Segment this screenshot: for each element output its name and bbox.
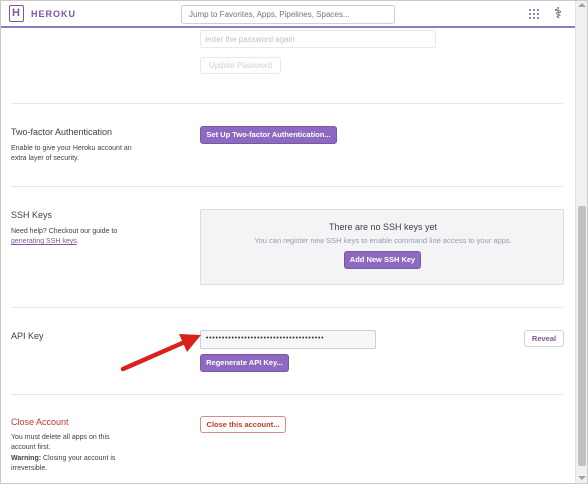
section-divider: [11, 186, 563, 187]
top-nav-bar: H HEROKU ⚕: [1, 1, 575, 28]
section-divider: [11, 394, 563, 395]
user-avatar[interactable]: ⚕: [549, 4, 567, 24]
scroll-up-arrow-icon[interactable]: [578, 3, 586, 7]
scrollbar-thumb[interactable]: [578, 206, 586, 466]
setup-two-factor-button[interactable]: Set Up Two-factor Authentication...: [200, 126, 337, 144]
two-factor-description: Enable to give your Heroku account an ex…: [11, 145, 132, 162]
search-input[interactable]: [181, 5, 395, 24]
confirm-password-input[interactable]: [200, 30, 436, 48]
add-ssh-key-button[interactable]: Add New SSH Key: [344, 251, 421, 269]
ssh-keys-empty-panel: There are no SSH keys yet You can regist…: [200, 209, 564, 285]
reveal-api-key-button[interactable]: Reveal: [524, 330, 564, 347]
ssh-empty-subtitle: You can register new SSH keys to enable …: [254, 236, 512, 245]
heroku-logo-icon[interactable]: H: [9, 5, 24, 22]
ssh-desc-suffix: .: [76, 238, 79, 245]
brand-name[interactable]: HEROKU: [31, 9, 76, 19]
ssh-keys-description: Need help? Checkout our guide to generat…: [11, 227, 141, 247]
regenerate-api-key-button[interactable]: Regenerate API Key...: [200, 354, 289, 372]
warning-label: Warning:: [11, 455, 42, 462]
ssh-desc-text: Need help? Checkout our guide to: [11, 228, 118, 235]
close-account-button[interactable]: Close this account...: [200, 416, 286, 433]
generating-ssh-keys-link[interactable]: generating SSH keys: [11, 238, 77, 245]
two-factor-title: Two-factor Authentication: [11, 127, 113, 137]
logo-letter: H: [12, 7, 20, 19]
section-divider: [11, 103, 563, 104]
ssh-empty-title: There are no SSH keys yet: [328, 222, 438, 232]
apps-grid-icon[interactable]: [529, 9, 540, 20]
close-account-warning: Warning: Closing your account is irrever…: [11, 454, 131, 474]
close-account-description: You must delete all apps on this account…: [11, 434, 110, 451]
api-key-title: API Key: [11, 331, 44, 341]
close-account-title: Close Account: [11, 417, 69, 427]
scroll-down-arrow-icon[interactable]: [578, 476, 586, 480]
api-key-field[interactable]: •••••••••••••••••••••••••••••••••••••: [200, 330, 376, 349]
ssh-keys-title: SSH Keys: [11, 210, 53, 220]
annotation-arrow-icon: [120, 334, 201, 372]
section-divider: [11, 307, 563, 308]
update-password-button[interactable]: Update Password: [200, 57, 281, 74]
vertical-scrollbar[interactable]: [575, 1, 587, 483]
